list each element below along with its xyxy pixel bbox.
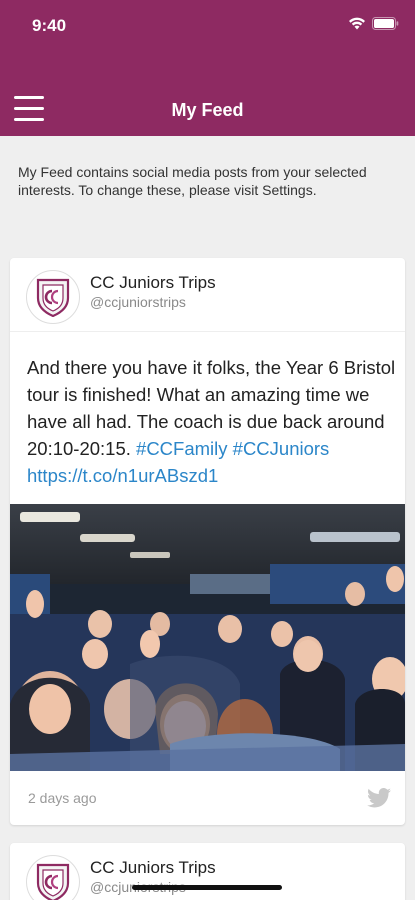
feed-intro-text: My Feed contains social media posts from…: [18, 164, 367, 198]
account-name[interactable]: CC Juniors Trips: [90, 858, 216, 878]
post-header: CC Juniors Trips @ccjuniorstrips: [10, 258, 405, 332]
post-header: CC Juniors Trips @ccjuniorstrips: [10, 843, 405, 900]
twitter-icon[interactable]: [367, 788, 391, 813]
crest-logo-icon: [36, 863, 70, 900]
account-handle[interactable]: @ccjuniorstrips: [90, 294, 186, 310]
page-title: My Feed: [171, 100, 244, 120]
account-name[interactable]: CC Juniors Trips: [90, 273, 216, 293]
url-link[interactable]: https://t.co/n1urABszd1: [27, 465, 218, 486]
post-photo[interactable]: [10, 504, 405, 771]
post-text: And there you have it folks, the Year 6 …: [27, 354, 397, 489]
battery-icon: [372, 17, 399, 30]
app-header: 9:40 My Feed: [0, 0, 415, 136]
feed-post-card[interactable]: CC Juniors Trips @ccjuniorstrips: [10, 843, 405, 900]
status-icons: [348, 17, 399, 30]
avatar[interactable]: [26, 270, 80, 324]
feed-post-card[interactable]: CC Juniors Trips @ccjuniorstrips And the…: [10, 258, 405, 825]
home-indicator[interactable]: [132, 885, 282, 890]
status-time: 9:40: [32, 16, 67, 35]
hashtag-link[interactable]: #CCFamily: [136, 438, 227, 459]
wifi-icon: [348, 17, 366, 30]
avatar[interactable]: [26, 855, 80, 900]
post-timestamp: 2 days ago: [28, 790, 97, 806]
hashtag-link[interactable]: #CCJuniors: [233, 438, 330, 459]
crest-logo-icon: [36, 278, 70, 317]
